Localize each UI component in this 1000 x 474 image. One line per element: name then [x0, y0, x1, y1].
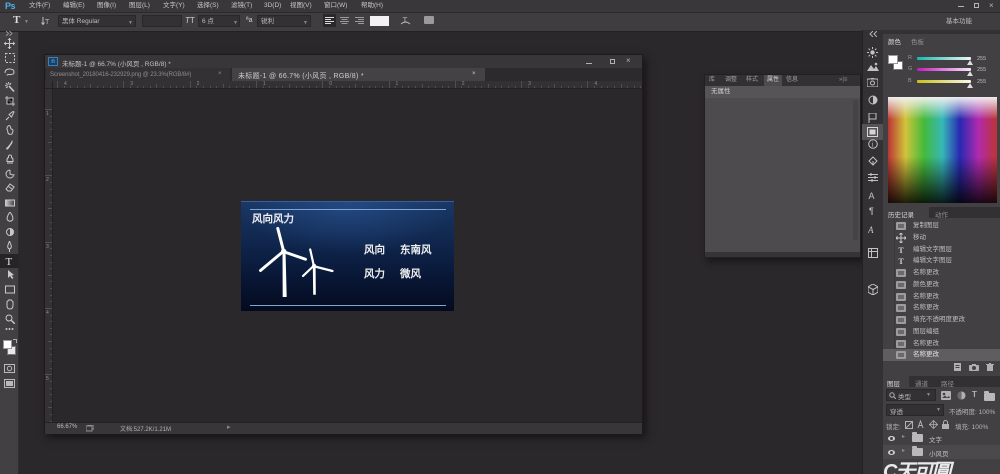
svg-text:A: A	[868, 225, 874, 234]
svg-text:T: T	[6, 256, 13, 266]
svg-text:T: T	[403, 16, 408, 25]
svg-text:i: i	[871, 141, 873, 149]
svg-text:A: A	[869, 191, 875, 200]
svg-text:T: T	[45, 19, 50, 26]
svg-text:¶: ¶	[869, 206, 874, 215]
